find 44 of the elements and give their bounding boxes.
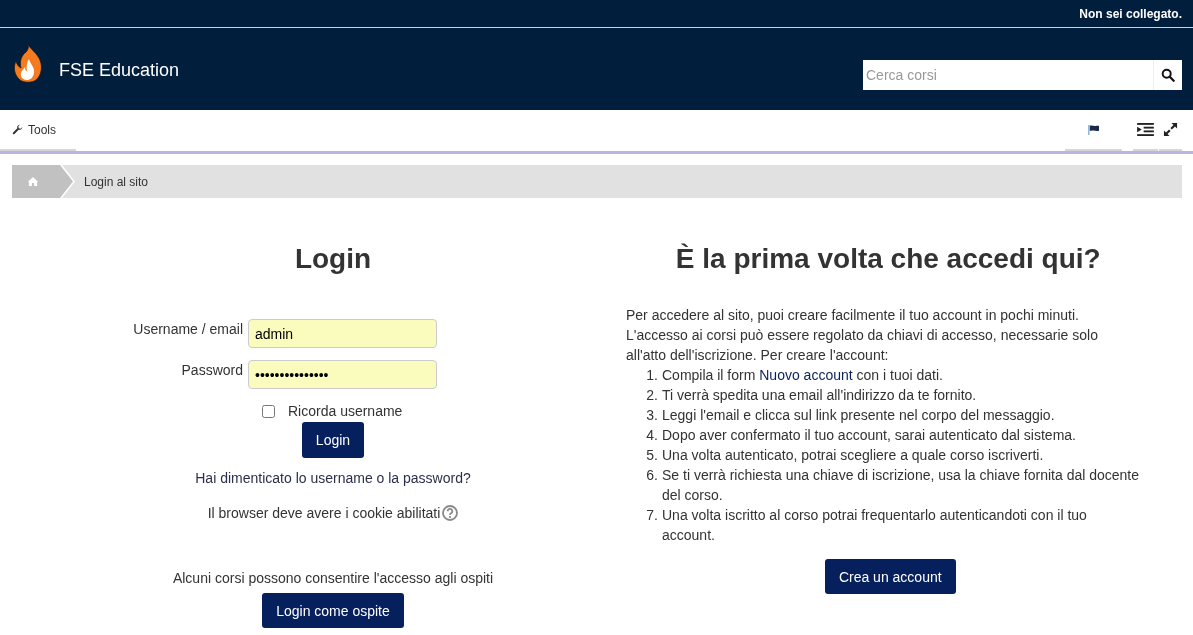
indent-icon bbox=[1137, 123, 1154, 136]
step-number: 5. bbox=[645, 446, 658, 465]
new-account-link[interactable]: Nuovo account bbox=[759, 367, 853, 383]
step-number: 3. bbox=[645, 406, 658, 425]
create-account-button[interactable]: Crea un account bbox=[824, 559, 956, 594]
step-number: 4. bbox=[645, 426, 658, 445]
login-button[interactable]: Login bbox=[301, 422, 365, 458]
site-name-link[interactable]: FSE Education bbox=[59, 60, 180, 80]
search-icon bbox=[1161, 68, 1175, 82]
search-button[interactable] bbox=[1153, 60, 1182, 90]
search-field[interactable]: Cerca corsi bbox=[863, 60, 1153, 90]
password-label: Password bbox=[180, 361, 244, 380]
flame-logo-icon bbox=[12, 43, 44, 83]
step-text: Leggi l'email e clicca sul link presente nel corpo del messaggio. bbox=[662, 406, 1056, 425]
step-text: Dopo aver confermato il tuo account, sarai autenticato dal sistema. bbox=[662, 426, 1077, 445]
username-label: Username / email bbox=[132, 320, 244, 339]
step-text: Una volta iscritto al corso potrai frequentarlo autenticandoti con il tuo account. bbox=[662, 506, 1088, 545]
login-status-text: Non sei collegato. bbox=[1079, 5, 1182, 22]
home-icon bbox=[27, 176, 39, 187]
step-text: Una volta autenticato, potrai scegliere a quale corso iscriverti. bbox=[662, 446, 1045, 465]
forgot-password-link[interactable]: Hai dimenticato lo username o la password? bbox=[195, 468, 471, 488]
cookies-note: Il browser deve avere i cookie abilitati bbox=[207, 504, 441, 523]
step-number: 6. bbox=[645, 466, 658, 485]
step-number: 2. bbox=[645, 386, 658, 405]
breadcrumb-item: Login al sito bbox=[84, 173, 149, 190]
help-icon[interactable] bbox=[442, 505, 459, 521]
step-text: Ti verrà spedita una email all'indirizzo da te fornito. bbox=[662, 386, 978, 405]
password-field[interactable]: ••••••••••••••• bbox=[248, 360, 437, 389]
username-field[interactable]: admin bbox=[248, 319, 437, 348]
step-text: Se ti verrà richiesta una chiave di iscrizione, usa la chiave fornita dal docente del corso. bbox=[662, 466, 1141, 505]
step-number: 7. bbox=[645, 506, 658, 525]
guest-access-note: Alcuni corsi possono consentire l'accesso agli ospiti bbox=[172, 569, 494, 588]
flag-icon bbox=[1087, 124, 1100, 135]
remember-checkbox[interactable] bbox=[262, 404, 275, 418]
guest-login-button[interactable]: Login come ospite bbox=[262, 593, 404, 628]
login-heading: Login bbox=[294, 242, 372, 276]
step-text: Compila il form Nuovo account con i tuoi dati. bbox=[662, 366, 944, 385]
remember-label: Ricorda username bbox=[288, 402, 403, 421]
intro-text: Per accedere al sito, puoi creare facilmente il tuo account in pochi minuti. bbox=[626, 306, 1080, 325]
expand-icon bbox=[1163, 122, 1178, 137]
step-number: 1. bbox=[645, 366, 658, 385]
wrench-icon bbox=[12, 124, 23, 135]
signup-heading: È la prima volta che accedi qui? bbox=[675, 242, 1101, 276]
intro-text: L'accesso ai corsi può essere regolato da chiavi di accesso, necessarie solo all'atto dell'iscrizione. Per creare l'account: bbox=[626, 326, 1099, 365]
